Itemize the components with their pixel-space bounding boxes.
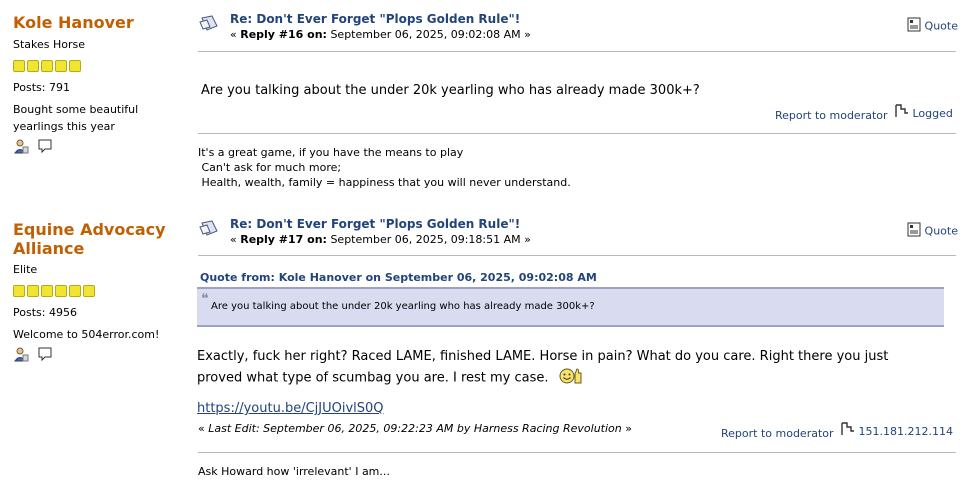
- pm-icon[interactable]: [37, 138, 53, 157]
- post-header: Re: Don't Ever Forget "Plops Golden Rule…: [198, 217, 958, 251]
- personal-text: Welcome to 504error.com!: [13, 328, 160, 341]
- profile-icon[interactable]: [13, 138, 29, 157]
- ip-icon: [895, 104, 909, 121]
- post-icon: [198, 217, 220, 242]
- member-rank: Elite: [13, 263, 38, 276]
- youtube-link[interactable]: https://youtu.be/CjJUOivlS0Q: [197, 401, 384, 416]
- post-header: Re: Don't Ever Forget "Plops Golden Rule…: [198, 12, 958, 46]
- star-icon: [41, 285, 53, 297]
- quote-icon: [907, 17, 921, 35]
- post-body: Are you talking about the under 20k year…: [201, 83, 700, 98]
- quote-button[interactable]: Quote: [907, 17, 958, 35]
- ip-address-value[interactable]: 151.181.212.114: [859, 425, 953, 438]
- signature-divider: [198, 133, 956, 134]
- post-date: September 06, 2025, 09:02:08 AM »: [326, 28, 531, 41]
- member-rank: Stakes Horse: [13, 38, 86, 51]
- signature-divider: [198, 452, 956, 453]
- star-icon: [13, 60, 25, 72]
- post-date: September 06, 2025, 09:18:51 AM »: [326, 233, 531, 246]
- star-icon: [27, 60, 39, 72]
- reply-number[interactable]: Reply #17 on:: [240, 233, 327, 246]
- signature-line: Can't ask for much more;: [198, 161, 342, 174]
- quote-icon: [907, 222, 921, 240]
- signature: Ask Howard how 'irrelevant' I am...: [198, 464, 390, 479]
- signature: It's a great game, if you have the means…: [198, 145, 571, 190]
- report-to-moderator-link[interactable]: Report to moderator: [775, 109, 888, 122]
- star-icon: [55, 60, 67, 72]
- star-icon: [41, 60, 53, 72]
- last-edit: « Last Edit: September 06, 2025, 09:22:2…: [198, 422, 632, 435]
- signature-line: Ask Howard how 'irrelevant' I am...: [198, 465, 390, 478]
- poster-info: Kole Hanover Stakes Horse Posts: 791 Bou…: [13, 13, 188, 157]
- ip-icon: [841, 422, 855, 439]
- quote-text: Are you talking about the under 20k year…: [211, 301, 595, 312]
- star-icon: [13, 285, 25, 297]
- signature-line: It's a great game, if you have the means…: [198, 146, 464, 159]
- rank-stars: [13, 60, 188, 74]
- logged-indicator: Logged: [895, 104, 953, 121]
- star-icon: [83, 285, 95, 297]
- post-body: Exactly, fuck her right? Raced LAME, fin…: [197, 348, 917, 390]
- post-body-text: Exactly, fuck her right? Raced LAME, fin…: [197, 349, 889, 386]
- star-icon: [69, 285, 81, 297]
- profile-actions: [13, 346, 188, 365]
- reply-number[interactable]: Reply #16 on:: [240, 28, 327, 41]
- quote-mark-icon: ❝: [201, 291, 209, 307]
- rank-stars: [13, 285, 188, 299]
- post-title[interactable]: Re: Don't Ever Forget "Plops Golden Rule…: [230, 217, 520, 231]
- last-edit-text: Last Edit: September 06, 2025, 09:22:23 …: [208, 422, 622, 435]
- ip-address: 151.181.212.114: [841, 422, 953, 439]
- author-name[interactable]: Equine Advocacy Alliance: [13, 220, 173, 258]
- star-icon: [69, 60, 81, 72]
- quote-label: Quote: [924, 19, 958, 33]
- subline-prefix: «: [230, 233, 241, 246]
- logged-label: Logged: [912, 107, 953, 120]
- post-subline: « Reply #16 on: September 06, 2025, 09:0…: [230, 28, 531, 41]
- post-icon: [198, 12, 220, 37]
- personal-text: Bought some beautiful yearlings this yea…: [13, 103, 139, 133]
- profile-actions: [13, 138, 188, 157]
- report-to-moderator-link[interactable]: Report to moderator: [721, 427, 834, 440]
- pm-icon[interactable]: [37, 346, 53, 365]
- star-icon: [55, 285, 67, 297]
- poster-info: Equine Advocacy Alliance Elite Posts: 49…: [13, 220, 188, 365]
- subline-prefix: «: [230, 28, 241, 41]
- header-divider: [198, 255, 956, 256]
- post-count: Posts: 4956: [13, 306, 77, 319]
- quote-header[interactable]: Quote from: Kole Hanover on September 06…: [200, 271, 597, 284]
- quote-block: ❝ Are you talking about the under 20k ye…: [197, 287, 944, 327]
- header-divider: [198, 51, 956, 52]
- star-icon: [27, 285, 39, 297]
- profile-icon[interactable]: [13, 346, 29, 365]
- post-count: Posts: 791: [13, 81, 70, 94]
- quote-button[interactable]: Quote: [907, 222, 958, 240]
- quote-label: Quote: [924, 224, 958, 238]
- post-title[interactable]: Re: Don't Ever Forget "Plops Golden Rule…: [230, 12, 520, 26]
- thumbs-up-smiley-icon: [557, 366, 583, 390]
- signature-line: Health, wealth, family = happiness that …: [198, 176, 571, 189]
- post-subline: « Reply #17 on: September 06, 2025, 09:1…: [230, 233, 531, 246]
- author-name[interactable]: Kole Hanover: [13, 13, 188, 32]
